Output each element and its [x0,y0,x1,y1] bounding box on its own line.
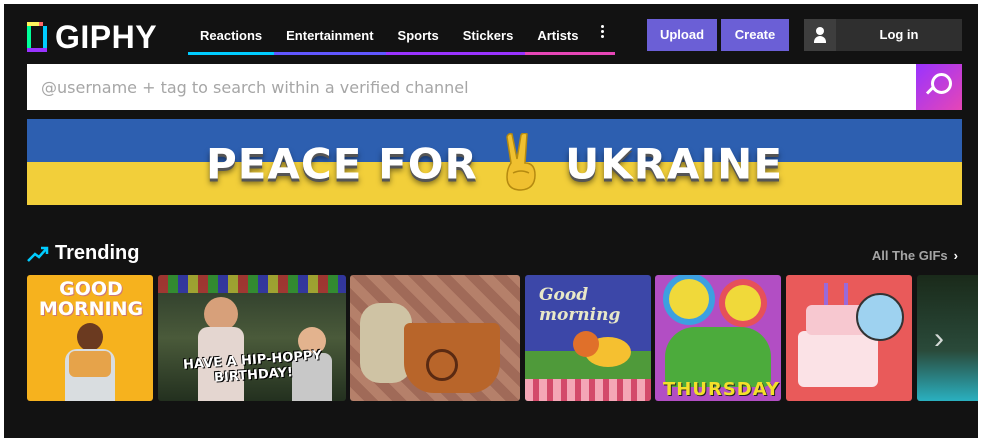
gif-tile[interactable] [917,275,978,401]
trending-arrow-icon [27,246,49,262]
login-button[interactable]: Log in [804,19,962,51]
giphy-logo[interactable]: GIPHY [27,19,157,55]
gif-caption: THURSDAY [663,379,780,400]
chevron-right-icon: › [953,248,958,263]
banner-text: PEACE FOR UKRAINE [27,133,962,197]
nav-label: Sports [397,28,439,43]
peace-hand-icon [506,133,537,191]
gif-tile[interactable]: GOOD MORNING [27,275,153,401]
gif-caption: GOOD MORNING [38,278,144,320]
nav-stickers[interactable]: Stickers [450,19,526,55]
nav-reactions[interactable]: Reactions [188,19,275,55]
search-input[interactable] [27,64,916,110]
gif-tile[interactable]: Good morning [525,275,651,401]
banner-text-right: UKRAINE [565,139,784,189]
gif-tile[interactable] [786,275,912,401]
nav-label: Artists [537,28,579,43]
nav-entertainment[interactable]: Entertainment [274,19,386,55]
trending-header: Trending [27,242,139,265]
gif-tile[interactable]: THURSDAY [655,275,781,401]
nav-more-button[interactable] [590,19,615,55]
nav-label: Entertainment [286,28,374,43]
banner-text-left: PEACE FOR [205,139,478,189]
gif-caption: Good morning [539,285,621,325]
vertical-ellipsis-icon [601,23,605,40]
search-icon [931,73,952,94]
all-gifs-link[interactable]: All The GIFs › [872,248,958,263]
all-gifs-label: All The GIFs [871,248,948,263]
create-button[interactable]: Create [721,19,789,51]
trending-title: Trending [55,242,140,264]
peace-for-ukraine-banner[interactable]: PEACE FOR UKRAINE [27,119,962,205]
page-frame: GIPHY Reactions Entertainment Sports Sti… [4,4,978,438]
logo-text: GIPHY [55,19,158,55]
upload-button[interactable]: Upload [647,19,717,51]
gif-tile[interactable]: HAVE A HIP-HOPPY BIRTHDAY! [158,275,346,401]
gif-tile[interactable] [350,275,520,401]
nav-artists[interactable]: Artists [525,19,591,55]
nav-label: Stickers [462,28,514,43]
search-bar [27,64,962,110]
login-label: Log in [879,27,919,42]
nav-label: Reactions [200,28,263,43]
search-button[interactable] [916,64,962,110]
giphy-logo-icon [27,22,47,52]
user-icon [804,19,836,51]
main-nav: Reactions Entertainment Sports Stickers … [188,19,615,55]
nav-sports[interactable]: Sports [385,19,451,55]
chevron-right-icon[interactable]: › [934,322,944,356]
